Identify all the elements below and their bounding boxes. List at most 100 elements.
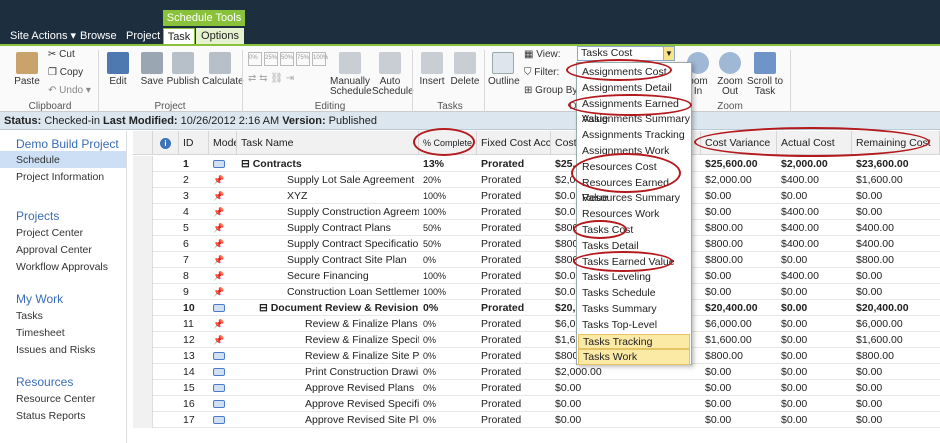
cell-id[interactable]: 1 [179,156,209,172]
cell-percent-complete[interactable]: 0% [419,380,477,396]
cell-mode[interactable] [209,412,237,428]
site-actions-menu[interactable]: Site Actions ▾ [4,28,82,44]
view-option[interactable]: Tasks Leveling [578,270,690,285]
cell-task-name[interactable]: Supply Contract Site Plan [237,252,419,268]
cell-remaining-cost[interactable]: $0.00 [852,284,940,300]
chevron-down-icon[interactable]: ▼ [663,47,674,60]
cell-percent-complete[interactable]: 0% [419,412,477,428]
link-indent-buttons[interactable]: ⇄ ⇆ ⛓ ⇥ [248,74,328,88]
cell-mode[interactable]: 📌 [209,220,237,236]
cell-id[interactable]: 14 [179,364,209,380]
browse-tab[interactable]: Browse [74,28,123,44]
cell-remaining-cost[interactable]: $0.00 [852,364,940,380]
cell-actual-cost[interactable]: $0.00 [777,348,852,364]
cell-percent-complete[interactable]: 100% [419,204,477,220]
collapse-toggle-icon[interactable]: ⊟ [241,158,253,170]
nav-item-resource-center[interactable]: Resource Center [16,393,95,405]
cell-fixed-cost-accrual[interactable]: Prorated [477,348,551,364]
table-row[interactable]: 13 Review & Finalize Site Plan0%Prorated $… [133,348,940,364]
cell-percent-complete[interactable]: 0% [419,364,477,380]
nav-heading-resources[interactable]: Resources [16,375,73,389]
nav-item-approval-center[interactable]: Approval Center [16,244,92,256]
cell-fixed-cost-accrual[interactable]: Prorated [477,252,551,268]
cell-task-name[interactable]: Approve Revised Plans [237,380,419,396]
cell-cost-variance[interactable]: $0.00 [701,268,777,284]
undo-button[interactable]: ↶ Undo ▾ [48,86,91,96]
copy-button[interactable]: ❐ Copy [48,68,83,78]
cell-percent-complete[interactable]: 100% [419,188,477,204]
view-option[interactable]: Resources Cost [578,160,690,175]
cell-cost-variance[interactable]: $800.00 [701,220,777,236]
cell-id[interactable]: 16 [179,396,209,412]
cell-mode[interactable] [209,364,237,380]
cell-actual-cost[interactable]: $400.00 [777,204,852,220]
cell-percent-complete[interactable]: 0% [419,348,477,364]
cell-id[interactable]: 17 [179,412,209,428]
cell-fixed-cost-accrual[interactable]: Prorated [477,204,551,220]
cell-task-name[interactable]: Approve Revised Site Plan [237,412,419,428]
cell-percent-complete[interactable]: 50% [419,236,477,252]
cell-cost-variance[interactable]: $800.00 [701,236,777,252]
cell-actual-cost[interactable]: $400.00 [777,220,852,236]
cell-cost-variance[interactable]: $800.00 [701,252,777,268]
cell-task-name[interactable]: Print Construction Drawings [237,364,419,380]
cell-cost-variance[interactable]: $0.00 [701,188,777,204]
cell-fixed-cost-accrual[interactable]: Prorated [477,396,551,412]
edit-button[interactable]: Edit [104,52,132,87]
column-header-actual-cost[interactable]: Actual Cost [777,131,852,155]
cell-fixed-cost-accrual[interactable]: Prorated [477,332,551,348]
cell-task-name[interactable]: Secure Financing [237,268,419,284]
nav-item-project-information[interactable]: Project Information [16,171,104,183]
view-option[interactable]: Assignments Detail [578,81,690,96]
collapse-toggle-icon[interactable]: ⊟ [259,302,271,314]
cell-cost-variance[interactable]: $6,000.00 [701,316,777,332]
view-option[interactable]: Tasks Tracking [578,333,690,349]
cell-fixed-cost-accrual[interactable]: Prorated [477,220,551,236]
cell-cost-variance[interactable]: $1,600.00 [701,332,777,348]
cell-task-name[interactable]: Review & Finalize Specifications [237,332,419,348]
view-option[interactable]: Tasks Cost [578,223,690,238]
cell-fixed-cost-accrual[interactable]: Prorated [477,188,551,204]
cell-fixed-cost-accrual[interactable]: Prorated [477,316,551,332]
cell-remaining-cost[interactable]: $1,600.00 [852,332,940,348]
options-tab[interactable]: Options [196,28,244,44]
cut-button[interactable]: ✂ Cut [48,50,75,60]
cell-remaining-cost[interactable]: $20,400.00 [852,300,940,316]
column-header-percent-complete[interactable]: % Complete [419,131,477,155]
cell-mode[interactable] [209,380,237,396]
cell-percent-complete[interactable]: 50% [419,220,477,236]
nav-item-issues-risks[interactable]: Issues and Risks [16,344,95,356]
outline-button[interactable]: Outline [488,52,520,87]
column-header-fixed-cost-accrual[interactable]: Fixed Cost Accrual [477,131,551,155]
cell-mode[interactable]: 📌 [209,268,237,284]
cell-remaining-cost[interactable]: $23,600.00 [852,156,940,172]
column-header-task-name[interactable]: Task Name [237,131,419,155]
view-option[interactable]: Assignments Earned Value [578,97,690,125]
cell-mode[interactable]: 📌 [209,236,237,252]
cell-mode[interactable]: 📌 [209,284,237,300]
cell-id[interactable]: 8 [179,268,209,284]
cell-fixed-cost-accrual[interactable]: Prorated [477,156,551,172]
view-option[interactable]: Tasks Summary [578,302,690,317]
cell-task-name[interactable]: XYZ [237,188,419,204]
nav-heading-my-work[interactable]: My Work [16,292,63,306]
cell-remaining-cost[interactable]: $0.00 [852,188,940,204]
column-header-cost-variance[interactable]: Cost Variance [701,131,777,155]
table-row[interactable]: 8 📌 Secure Financing 100% Prorated $0.0 $0.00 $… [133,268,940,284]
cell-id[interactable]: 3 [179,188,209,204]
nav-heading-projects[interactable]: Projects [16,209,59,223]
column-header-mode[interactable]: Mode [209,131,237,155]
pct-0-button[interactable]: 0% [248,52,262,66]
pct-100-button[interactable]: 100% [312,52,328,66]
cell-actual-cost[interactable]: $0.00 [777,188,852,204]
pct-75-button[interactable]: 75% [296,52,310,66]
cell-id[interactable]: 9 [179,284,209,300]
table-row[interactable]: 3 📌 XYZ 100% Prorated $0.0 $0.00 $0.00 $0.00 [133,188,940,204]
cell-fixed-cost-accrual[interactable]: Prorated [477,300,551,316]
scroll-to-task-button[interactable]: Scroll to Task [746,52,784,97]
table-row[interactable]: 11 📌 Review & Finalize Plans 0% Prorated $6,0… [133,316,940,332]
cell-fixed-cost-accrual[interactable]: Prorated [477,380,551,396]
cell-fixed-cost-accrual[interactable]: Prorated [477,364,551,380]
task-tab[interactable]: Task [163,28,195,44]
cell-cost-variance[interactable]: $20,400.00 [701,300,777,316]
